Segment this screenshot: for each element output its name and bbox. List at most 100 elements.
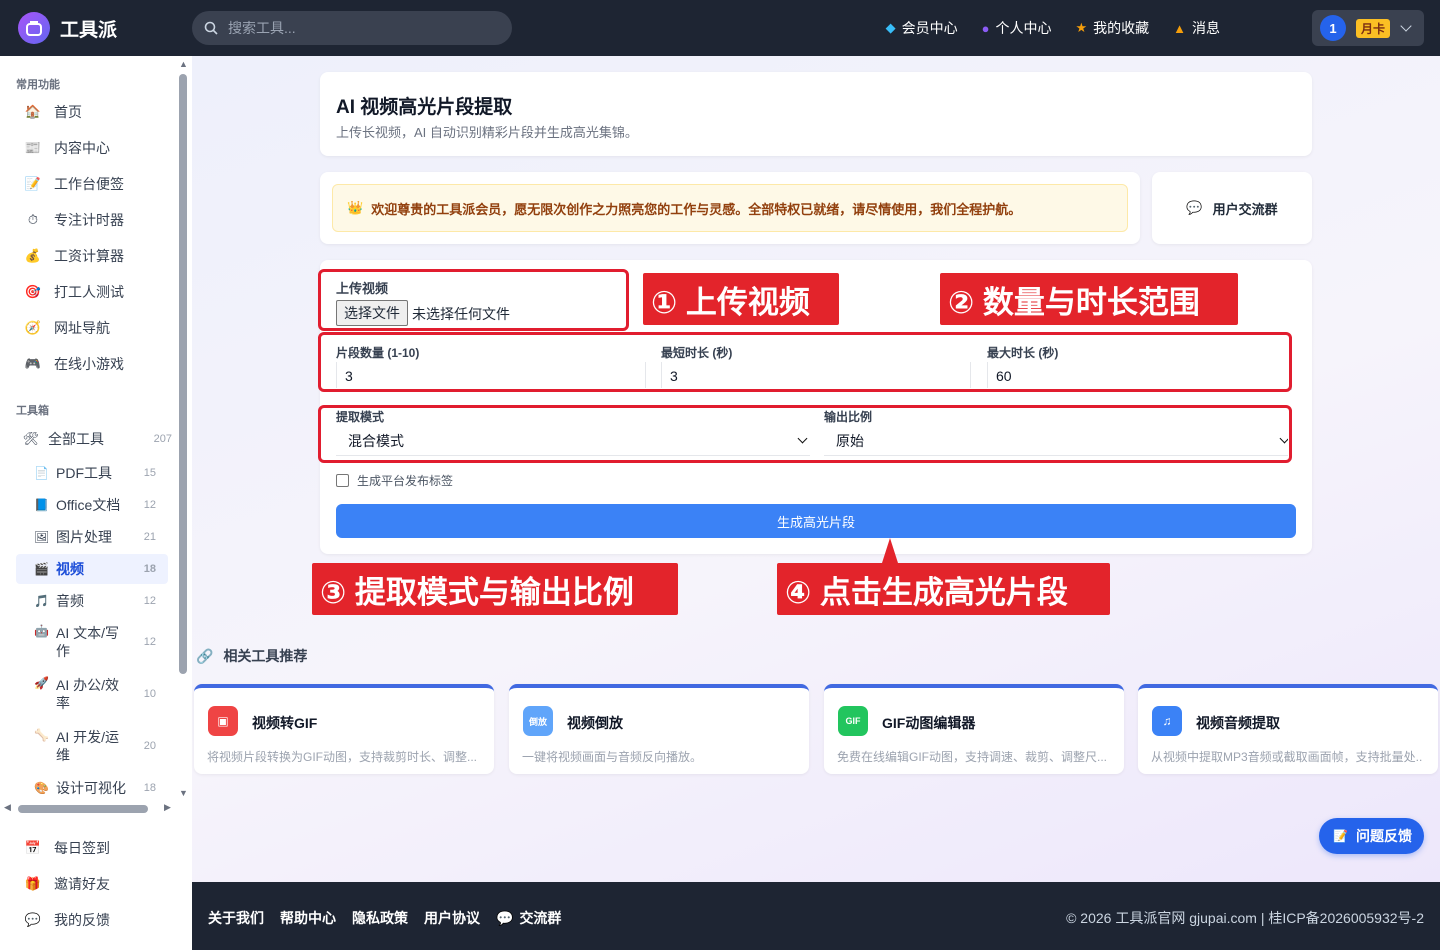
callout-arrow <box>882 538 898 563</box>
sidebar-item-video[interactable]: 🎬 视频 18 <box>16 554 168 584</box>
sidebar-vertical-scrollbar[interactable]: ▲ ▼ <box>176 56 190 801</box>
tool-card-gif-editor[interactable]: GIF GIF动图编辑器 免费在线编辑GIF动图，支持调速、裁剪、调整尺... <box>824 684 1124 774</box>
sidebar-item-office[interactable]: 📘 Office文档 12 <box>16 490 168 520</box>
logo[interactable]: 工具派 <box>18 12 117 44</box>
sidebar-item-salary[interactable]: 💰 工资计算器 <box>16 240 168 272</box>
reverse-icon: 倒放 <box>523 706 553 736</box>
video-icon: ▣ <box>208 706 238 736</box>
sidebar-item-ai-dev[interactable]: 🦴 AI 开发/运维 20 <box>16 726 168 766</box>
image-icon: 🖼 <box>34 530 50 544</box>
gif-icon: GIF <box>838 706 868 736</box>
nav-favorites[interactable]: ★ 我的收藏 <box>1075 18 1149 38</box>
sidebar: 常用功能 🏠 首页 📰 内容中心 📝 工作台便签 ⏱ 专注计时器 💰 工资计算器 🎯 打工人… <box>0 56 192 950</box>
sidebar-item-all-tools[interactable]: 🛠 全部工具 207 <box>16 423 172 455</box>
sidebar-item-invite[interactable]: 🎁 邀请好友 <box>16 868 168 900</box>
scroll-left-icon[interactable]: ◀ <box>4 802 11 813</box>
tools-icon: 🛠 <box>22 431 40 446</box>
sidebar-item-games[interactable]: 🎮 在线小游戏 <box>16 348 168 380</box>
memo-icon: 📝 <box>1333 829 1348 843</box>
document-icon: 📘 <box>34 498 49 512</box>
user-icon: ● <box>981 20 990 36</box>
tool-card-video-reverse[interactable]: 倒放 视频倒放 一键将视频画面与音频反向播放。 <box>509 684 809 774</box>
user-group-button[interactable]: 💬 用户交流群 <box>1152 172 1312 244</box>
logo-icon <box>18 12 50 44</box>
sidebar-item-ai-office[interactable]: 🚀 AI 办公/效率 10 <box>16 674 168 714</box>
money-bag-icon: 💰 <box>24 248 42 263</box>
feedback-button[interactable]: 📝 问题反馈 <box>1319 818 1424 854</box>
pdf-icon: 📄 <box>34 466 49 480</box>
clapper-icon: 🎬 <box>34 562 49 576</box>
footer-link-help[interactable]: 帮助中心 <box>280 908 336 928</box>
callout-upload: ① 上传视频 <box>643 273 839 325</box>
annotation-box-upload <box>318 269 629 331</box>
related-heading: 🔗 相关工具推荐 <box>196 647 308 665</box>
main-content: AI 视频高光片段提取 上传长视频，AI 自动识别精彩片段并生成高光集锦。 👑 … <box>192 56 1440 882</box>
platform-tags-option[interactable]: 生成平台发布标签 <box>336 472 453 489</box>
sidebar-item-nav[interactable]: 🧭 网址导航 <box>16 312 168 344</box>
scrollbar-thumb[interactable] <box>179 74 187 674</box>
calendar-icon: 📅 <box>24 840 42 855</box>
crown-icon: 👑 <box>347 200 364 215</box>
annotation-box-mode-ratio <box>318 405 1292 463</box>
sidebar-item-checkin[interactable]: 📅 每日签到 <box>16 832 168 864</box>
sidebar-item-notes[interactable]: 📝 工作台便签 <box>16 168 168 200</box>
news-icon: 📰 <box>24 140 42 155</box>
rocket-icon: 🚀 <box>34 676 49 690</box>
sidebar-item-image[interactable]: 🖼 图片处理 21 <box>16 522 168 552</box>
top-nav: ◆ 会员中心 ● 个人中心 ★ 我的收藏 ▲ 消息 <box>862 0 1220 56</box>
memo-icon: 📝 <box>24 176 42 191</box>
search-icon <box>204 21 218 35</box>
star-icon: ★ <box>1075 20 1088 35</box>
logo-text: 工具派 <box>60 19 118 41</box>
scroll-down-icon[interactable]: ▼ <box>179 788 188 798</box>
sidebar-item-home[interactable]: 🏠 首页 <box>16 96 168 128</box>
sidebar-heading-toolbox: 工具箱 <box>16 405 49 417</box>
timer-icon: ⏱ <box>27 212 39 227</box>
search-input[interactable]: 搜索工具... <box>192 11 512 45</box>
sidebar-item-my-feedback[interactable]: 💬 我的反馈 <box>16 904 168 936</box>
nav-messages[interactable]: ▲ 消息 <box>1173 18 1220 38</box>
sidebar-item-timer[interactable]: ⏱ 专注计时器 <box>16 204 168 236</box>
sidebar-horizontal-scrollbar[interactable]: ◀ ▶ <box>0 801 176 817</box>
compass-icon: 🧭 <box>24 320 42 335</box>
footer-links: 关于我们 帮助中心 隐私政策 用户协议 💬 交流群 <box>208 908 593 928</box>
avatar: 1 <box>1320 15 1346 41</box>
member-notice: 👑 欢迎尊贵的工具派会员，愿无限次创作之力照亮您的工作与灵感。全部特权已就绪，请… <box>332 184 1128 232</box>
footer: 关于我们 帮助中心 隐私政策 用户协议 💬 交流群 © 2026 工具派官网 gj… <box>192 882 1440 950</box>
user-menu[interactable]: 1 月卡 <box>1312 10 1424 46</box>
tool-card-audio-extract[interactable]: ♫ 视频音频提取 从视频中提取MP3音频或截取画面帧，支持批量处... <box>1138 684 1438 774</box>
sidebar-item-audio[interactable]: 🎵 音频 12 <box>16 586 168 616</box>
callout-count-duration: ② 数量与时长范围 <box>940 273 1238 325</box>
footer-link-terms[interactable]: 用户协议 <box>424 908 480 928</box>
gift-icon: 🎁 <box>24 876 42 891</box>
sidebar-heading-common: 常用功能 <box>16 79 60 91</box>
tags-checkbox[interactable] <box>336 474 349 487</box>
nav-member-center[interactable]: ◆ 会员中心 <box>886 18 958 38</box>
scrollbar-thumb[interactable] <box>18 805 148 813</box>
copyright: © 2026 工具派官网 gjupai.com | 桂ICP备202600593… <box>1066 910 1424 926</box>
chat-icon: 💬 <box>1186 200 1203 215</box>
footer-link-group[interactable]: 💬 交流群 <box>496 908 577 928</box>
notice-card: 👑 欢迎尊贵的工具派会员，愿无限次创作之力照亮您的工作与灵感。全部特权已就绪，请… <box>320 172 1140 244</box>
home-icon: 🏠 <box>24 104 42 119</box>
link-icon: 🔗 <box>196 647 214 664</box>
tool-card-video-to-gif[interactable]: ▣ 视频转GIF 将视频片段转换为GIF动图，支持裁剪时长、调整... <box>194 684 494 774</box>
robot-icon: 🤖 <box>34 624 49 638</box>
footer-link-about[interactable]: 关于我们 <box>208 908 264 928</box>
gamepad-icon: 🎮 <box>24 356 42 371</box>
footer-link-privacy[interactable]: 隐私政策 <box>352 908 408 928</box>
sidebar-item-content[interactable]: 📰 内容中心 <box>16 132 168 164</box>
generate-highlights-button[interactable]: 生成高光片段 <box>336 504 1296 538</box>
sidebar-item-test[interactable]: 🎯 打工人测试 <box>16 276 168 308</box>
plan-badge: 月卡 <box>1356 18 1391 38</box>
sidebar-item-pdf[interactable]: 📄 PDF工具 15 <box>16 458 168 488</box>
scroll-up-icon[interactable]: ▲ <box>179 59 188 69</box>
nav-profile[interactable]: ● 个人中心 <box>982 18 1052 38</box>
top-bar: 工具派 搜索工具... ◆ 会员中心 ● 个人中心 ★ 我的收藏 ▲ 消息 1 月卡 <box>0 0 1440 56</box>
chat-icon: 💬 <box>496 910 514 926</box>
sidebar-item-ai-writing[interactable]: 🤖 AI 文本/写作 12 <box>16 622 168 662</box>
scroll-right-icon[interactable]: ▶ <box>164 802 171 813</box>
sidebar-item-design[interactable]: 🎨 设计可视化 18 <box>16 776 168 800</box>
callout-generate: ④ 点击生成高光片段 <box>777 563 1110 615</box>
bell-icon: ▲ <box>1173 20 1186 36</box>
